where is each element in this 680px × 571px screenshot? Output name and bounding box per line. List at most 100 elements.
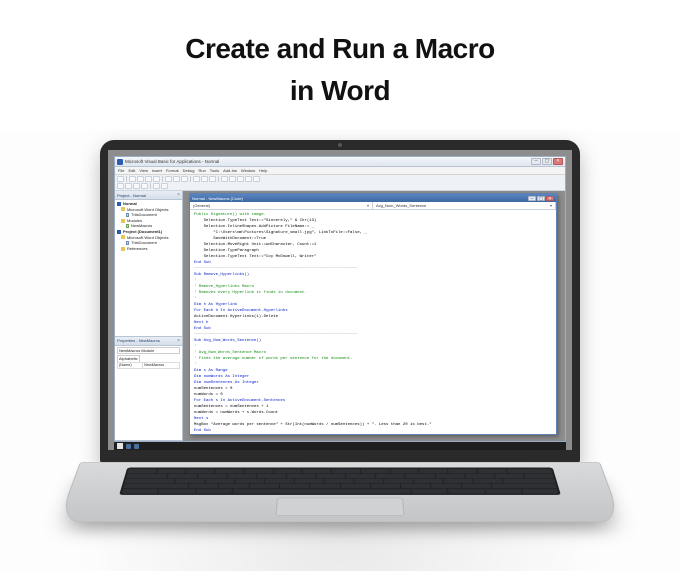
tool-design-icon[interactable] <box>221 176 228 182</box>
tree-references[interactable]: References <box>127 246 147 252</box>
code-window-controls: – ▢ × <box>528 196 554 201</box>
menu-insert[interactable]: Insert <box>152 168 162 173</box>
folder-icon <box>121 247 125 251</box>
project-explorer-title: Project - Normal <box>117 193 146 198</box>
menu-file[interactable]: File <box>118 168 124 173</box>
tool-toolbox-icon[interactable] <box>253 176 260 182</box>
menu-format[interactable]: Format <box>166 168 179 173</box>
project-explorer-panel: Project - Normal × Normal Microsoft Word… <box>115 191 182 337</box>
folder-icon <box>121 207 125 211</box>
object-dropdown-value: (General) <box>193 203 210 208</box>
tool-undo-icon[interactable] <box>173 176 180 182</box>
laptop-deck <box>58 462 622 522</box>
laptop-lid: Microsoft Visual Basic for Applications … <box>100 140 580 464</box>
code-editor[interactable]: Public Signature() with image. Selection… <box>190 210 556 434</box>
close-button[interactable]: × <box>553 158 563 165</box>
tool-view-word-icon[interactable] <box>117 176 124 182</box>
code-dropdowns: (General) ▾ Avg_Num_Words_Sentence ▾ <box>190 202 556 210</box>
tool-save-icon[interactable] <box>129 176 136 182</box>
code-window-title: Normal - NewMacros (Code) <box>192 196 243 201</box>
maximize-button[interactable]: ▢ <box>542 158 552 165</box>
touchpad <box>275 498 404 516</box>
tool-paste-icon[interactable] <box>153 176 160 182</box>
prop-key: (Name) <box>118 362 143 368</box>
procedure-dropdown-value: Avg_Num_Words_Sentence <box>376 203 426 208</box>
tool-secondary-icon[interactable] <box>125 183 132 189</box>
properties-tab-alphabetic[interactable]: Alphabetic <box>117 355 140 362</box>
menu-tools[interactable]: Tools <box>210 168 219 173</box>
panel-close-icon[interactable]: × <box>177 338 180 344</box>
folder-icon <box>121 235 125 239</box>
windows-taskbar[interactable] <box>114 442 566 450</box>
tool-run-icon[interactable] <box>193 176 200 182</box>
tool-secondary-icon[interactable] <box>161 183 168 189</box>
object-dropdown[interactable]: (General) ▾ <box>190 202 373 209</box>
tool-secondary-icon[interactable] <box>133 183 140 189</box>
tool-props-icon[interactable] <box>237 176 244 182</box>
menu-help[interactable]: Help <box>259 168 267 173</box>
mdi-area: Normal - NewMacros (Code) – ▢ × <box>183 191 565 441</box>
stage: Microsoft Visual Basic for Applications … <box>0 130 680 571</box>
document-icon <box>126 241 129 245</box>
tool-break-icon[interactable] <box>201 176 208 182</box>
webcam <box>338 143 342 147</box>
toolbar-separator <box>190 176 191 182</box>
tool-secondary-icon[interactable] <box>153 183 160 189</box>
tool-cut-icon[interactable] <box>137 176 144 182</box>
module-icon <box>126 224 129 228</box>
taskbar-app-icon[interactable] <box>134 444 139 449</box>
tool-project-icon[interactable] <box>229 176 236 182</box>
heading-line-1: Create and Run a Macro <box>0 28 680 70</box>
toolbar-separator <box>162 176 163 182</box>
properties-panel: Properties - NewMacros × NewMacros Modul… <box>115 337 182 441</box>
vba-editor-window: Microsoft Visual Basic for Applications … <box>114 156 566 442</box>
tool-redo-icon[interactable] <box>181 176 188 182</box>
menu-addins[interactable]: Add-Ins <box>223 168 237 173</box>
toolbar-separator <box>150 183 151 189</box>
procedure-dropdown[interactable]: Avg_Num_Words_Sentence ▾ <box>373 202 556 209</box>
window-title: Microsoft Visual Basic for Applications … <box>125 159 529 164</box>
body-area: Project - Normal × Normal Microsoft Word… <box>115 191 565 441</box>
project-explorer-header[interactable]: Project - Normal × <box>115 191 182 200</box>
folder-icon <box>121 219 125 223</box>
code-maximize-button[interactable]: ▢ <box>537 196 545 201</box>
taskbar-app-icon[interactable] <box>126 444 131 449</box>
window-controls: – ▢ × <box>531 158 563 165</box>
start-button-icon[interactable] <box>117 443 123 449</box>
tool-secondary-icon[interactable] <box>117 183 124 189</box>
titlebar[interactable]: Microsoft Visual Basic for Applications … <box>115 157 565 167</box>
project-icon <box>117 230 121 234</box>
properties-object-select[interactable]: NewMacros Module <box>117 347 180 355</box>
tool-secondary-icon[interactable] <box>141 183 148 189</box>
properties-header[interactable]: Properties - NewMacros × <box>115 337 182 346</box>
tool-find-icon[interactable] <box>165 176 172 182</box>
menu-edit[interactable]: Edit <box>128 168 135 173</box>
page-heading: Create and Run a Macro in Word <box>0 0 680 112</box>
toolbar-row-2 <box>115 183 565 191</box>
chevron-down-icon: ▾ <box>550 203 552 208</box>
properties-grid[interactable]: (Name) NewMacros <box>117 362 180 369</box>
menu-view[interactable]: View <box>139 168 148 173</box>
code-close-button[interactable]: × <box>546 196 554 201</box>
minimize-button[interactable]: – <box>531 158 541 165</box>
panel-close-icon[interactable]: × <box>177 192 180 198</box>
menu-run[interactable]: Run <box>198 168 205 173</box>
tool-browser-icon[interactable] <box>245 176 252 182</box>
keyboard <box>119 468 561 495</box>
prop-value[interactable]: NewMacros <box>143 362 180 368</box>
tool-copy-icon[interactable] <box>145 176 152 182</box>
side-panels: Project - Normal × Normal Microsoft Word… <box>115 191 183 441</box>
document-icon <box>126 213 129 217</box>
project-icon <box>117 202 121 206</box>
heading-line-2: in Word <box>0 70 680 112</box>
code-minimize-button[interactable]: – <box>528 196 536 201</box>
menu-debug[interactable]: Debug <box>183 168 195 173</box>
toolbar-separator <box>218 176 219 182</box>
project-tree[interactable]: Normal Microsoft Word Objects ThisDocume… <box>115 200 182 336</box>
toolbar-separator <box>126 176 127 182</box>
code-window-titlebar[interactable]: Normal - NewMacros (Code) – ▢ × <box>190 194 556 202</box>
tool-reset-icon[interactable] <box>209 176 216 182</box>
menu-window[interactable]: Window <box>241 168 255 173</box>
prop-row: (Name) NewMacros <box>118 362 180 368</box>
app-icon <box>117 159 123 165</box>
